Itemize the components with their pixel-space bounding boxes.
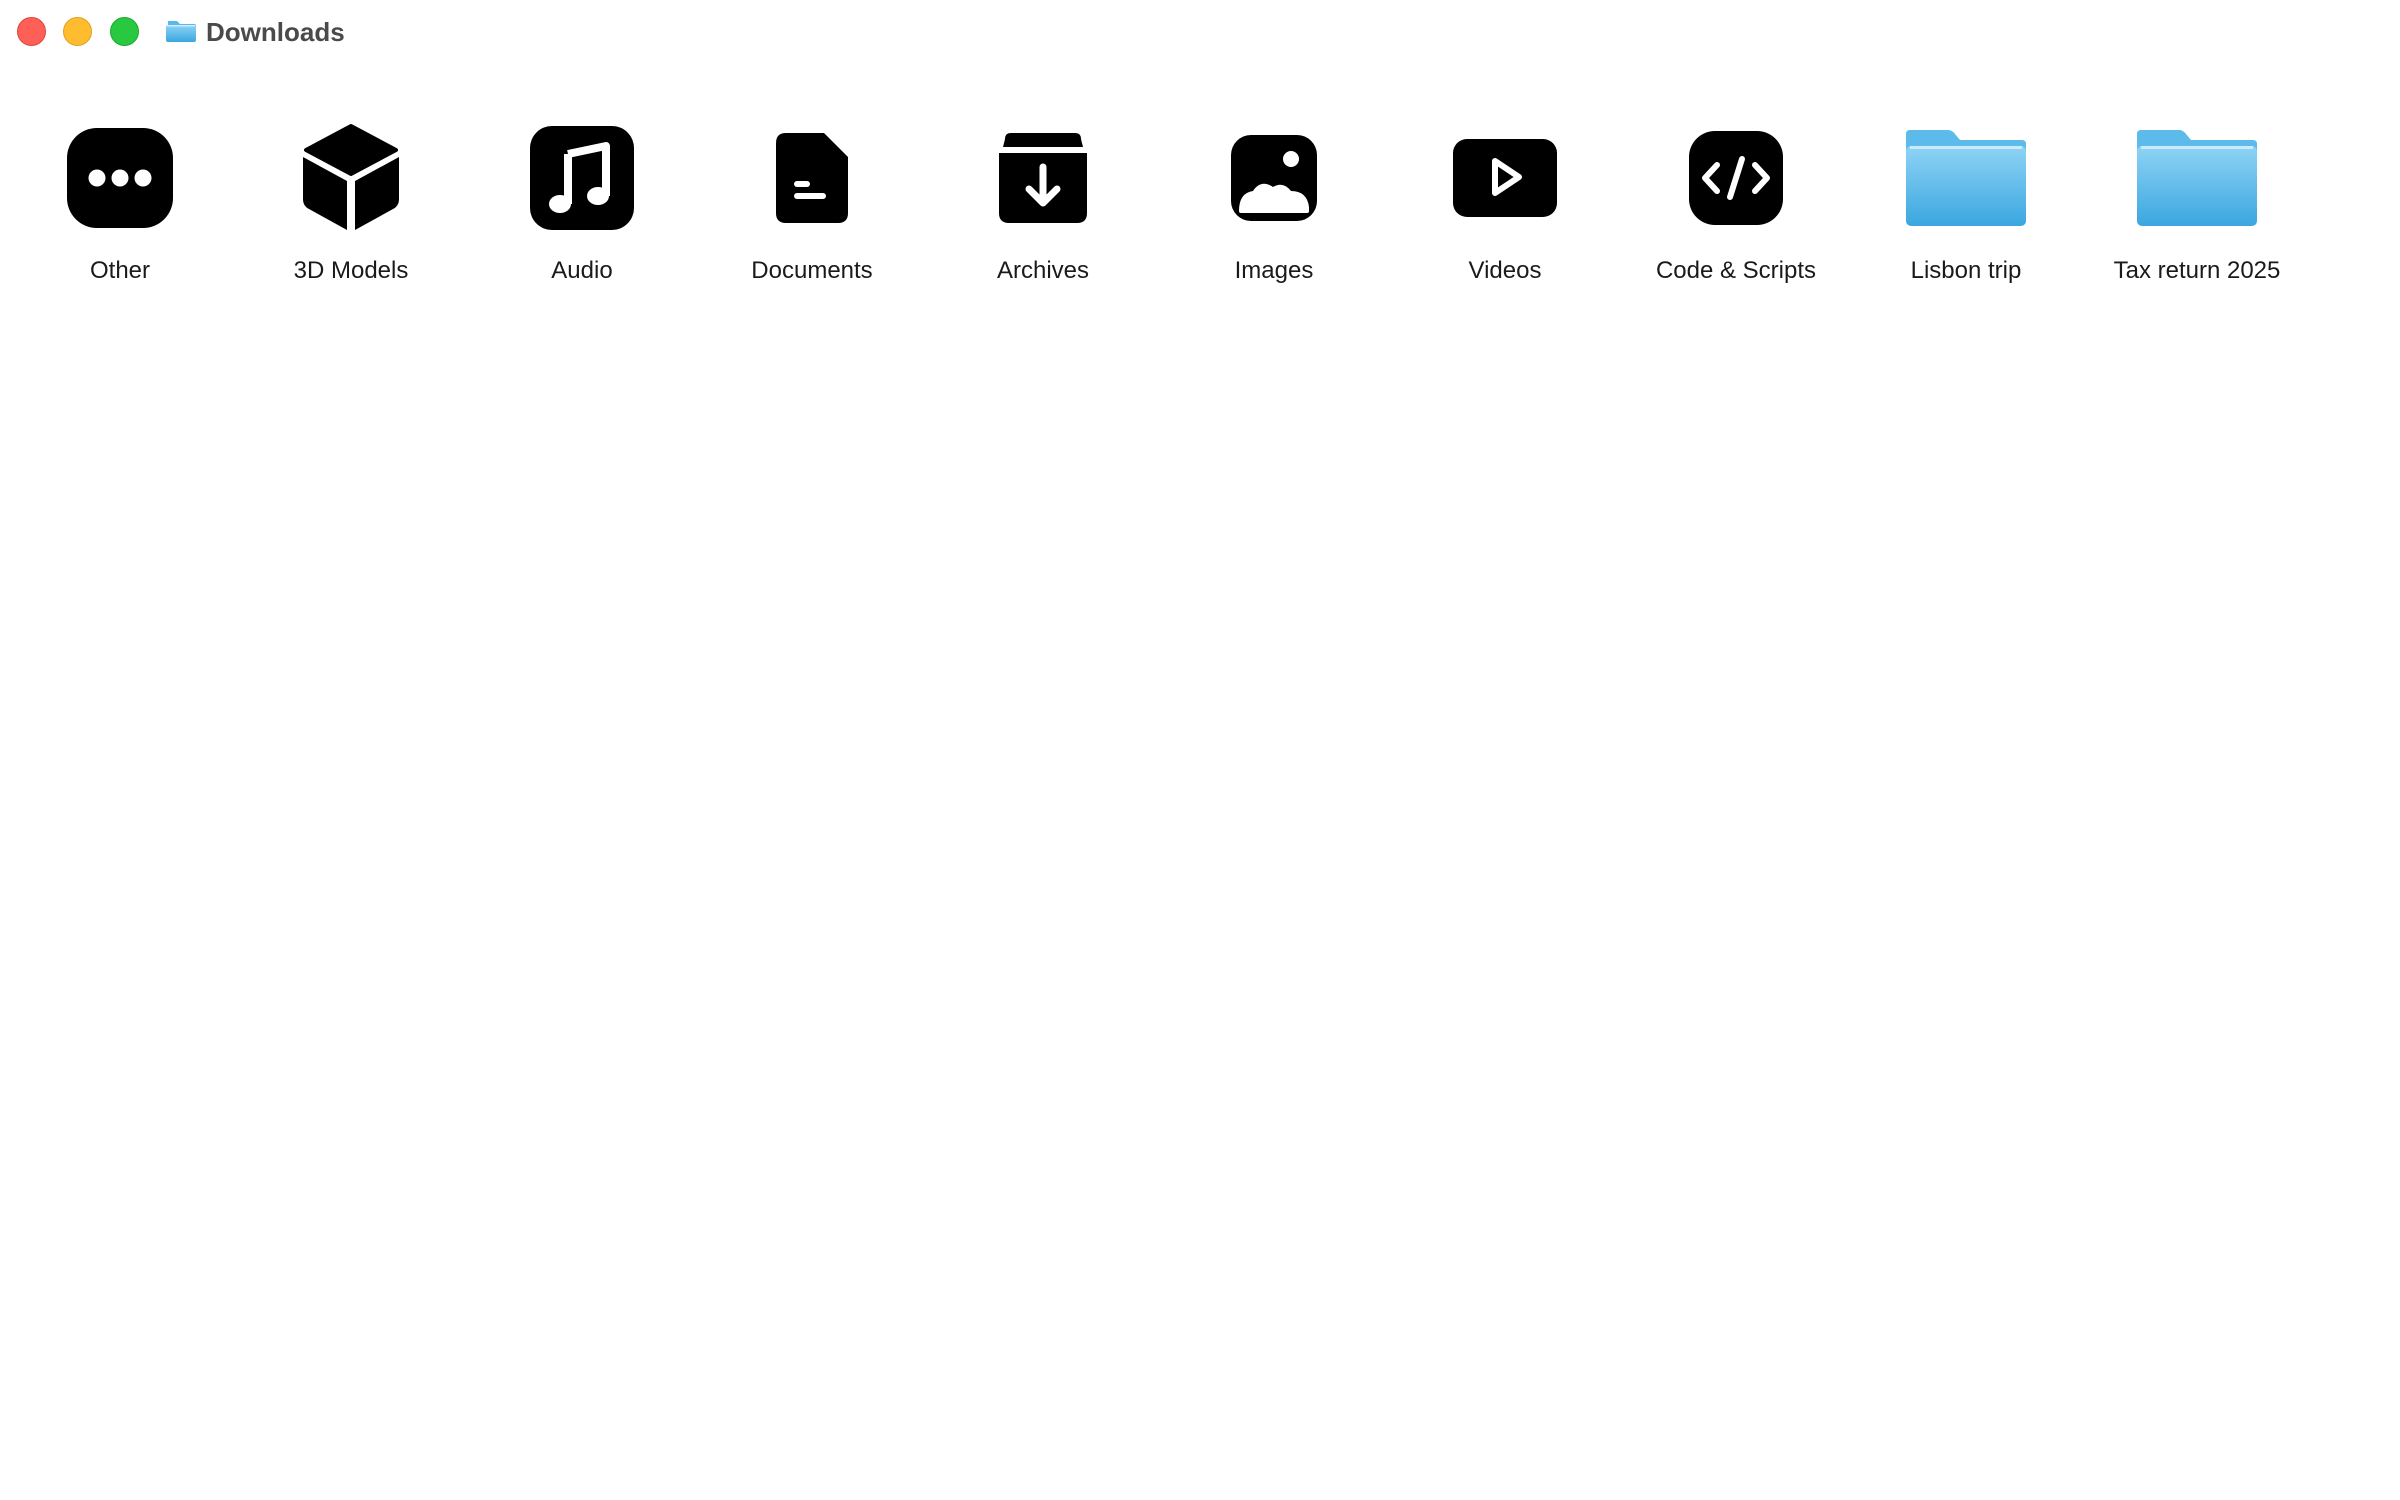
grid-item-lisbon-trip[interactable]: Lisbon trip	[1851, 100, 2081, 300]
grid-item-3d-models[interactable]: 3D Models	[236, 100, 466, 300]
grid-item-label: Tax return 2025	[2113, 257, 2281, 284]
grid-item-archives[interactable]: Archives	[928, 100, 1158, 300]
code-icon	[1689, 131, 1783, 225]
grid-item-label: Images	[1234, 257, 1314, 284]
grid-item-label: Videos	[1468, 257, 1542, 284]
grid-item-label: Code & Scripts	[1655, 257, 1817, 284]
grid-item-label: 3D Models	[293, 257, 409, 284]
document-icon	[776, 133, 848, 223]
folder-icon	[1906, 130, 2026, 226]
title-bar: Downloads	[0, 0, 2400, 64]
music-note-icon	[530, 126, 634, 230]
grid-item-documents[interactable]: Documents	[697, 100, 927, 300]
grid-item-other[interactable]: Other	[5, 100, 235, 300]
grid-item-code-and-scripts[interactable]: Code & Scripts	[1621, 100, 1851, 300]
grid-item-tax-return-2025[interactable]: Tax return 2025	[2082, 100, 2312, 300]
play-icon	[1453, 139, 1557, 217]
image-icon	[1231, 135, 1317, 221]
grid-item-audio[interactable]: Audio	[467, 100, 697, 300]
archive-box-icon	[999, 133, 1087, 223]
folder-icon	[2137, 130, 2257, 226]
zoom-button[interactable]	[110, 17, 139, 46]
close-button[interactable]	[17, 17, 46, 46]
grid-item-label: Archives	[996, 257, 1090, 284]
window-title: Downloads	[206, 17, 345, 47]
grid-item-label: Audio	[551, 257, 613, 284]
grid-item-label: Other	[89, 257, 151, 284]
minimize-button[interactable]	[63, 17, 92, 46]
finder-window: Downloads Other 3D Models Audio Document…	[0, 0, 2400, 1500]
cube-icon	[303, 124, 399, 230]
grid-item-label: Documents	[751, 257, 873, 284]
file-grid: Other 3D Models Audio Documents Archives…	[0, 100, 2400, 320]
grid-item-images[interactable]: Images	[1159, 100, 1389, 300]
ellipsis-icon	[67, 128, 173, 228]
grid-item-videos[interactable]: Videos	[1390, 100, 1620, 300]
folder-icon	[166, 21, 196, 42]
grid-item-label: Lisbon trip	[1910, 257, 2022, 284]
